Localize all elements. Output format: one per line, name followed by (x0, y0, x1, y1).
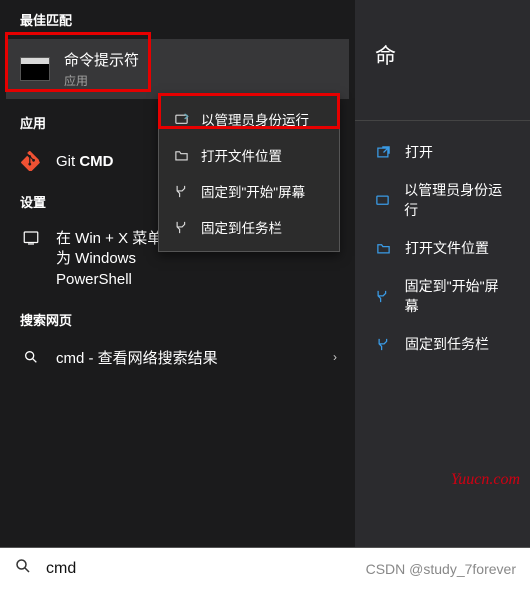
best-match-result[interactable]: 命令提示符 应用 (6, 39, 349, 99)
action-pin-start-label: 固定到"开始"屏幕 (405, 276, 510, 316)
divider (355, 120, 530, 121)
ctx-pin-taskbar[interactable]: 固定到任务栏 (159, 209, 339, 245)
ctx-run-admin[interactable]: 以管理员身份运行 (159, 101, 339, 137)
right-panel-title: 命 (355, 40, 396, 120)
section-search-web: 搜索网页 (0, 300, 355, 337)
ctx-run-admin-label: 以管理员身份运行 (201, 109, 309, 129)
search-icon (20, 349, 42, 365)
folder-icon (375, 240, 391, 256)
best-match-subtitle: 应用 (64, 72, 139, 89)
pin-taskbar-icon (375, 336, 391, 352)
swap-icon (20, 229, 42, 247)
cmd-icon (20, 57, 50, 81)
search-icon (14, 557, 32, 580)
action-pin-taskbar[interactable]: 固定到任务栏 (355, 325, 530, 363)
action-pin-taskbar-label: 固定到任务栏 (405, 334, 489, 354)
search-bar: CSDN @study_7forever (0, 547, 530, 589)
folder-icon (173, 147, 189, 163)
watermark-site: Yuucn.com (451, 471, 520, 489)
shield-icon (173, 111, 189, 127)
best-match-title: 命令提示符 (64, 49, 139, 70)
ctx-open-location-label: 打开文件位置 (201, 145, 282, 165)
section-best-match: 最佳匹配 (0, 0, 355, 37)
action-run-admin[interactable]: 以管理员身份运行 (355, 171, 530, 229)
ctx-pin-start[interactable]: 固定到"开始"屏幕 (159, 173, 339, 209)
action-open-location-label: 打开文件位置 (405, 238, 489, 258)
action-pin-start[interactable]: 固定到"开始"屏幕 (355, 267, 530, 325)
git-icon (20, 150, 42, 172)
pin-taskbar-icon (173, 219, 189, 235)
watermark-csdn: CSDN @study_7forever (366, 561, 516, 577)
search-web-cmd-label: cmd - 查看网络搜索结果 (56, 347, 218, 368)
open-icon (375, 144, 391, 160)
context-menu: 以管理员身份运行 打开文件位置 固定到"开始"屏幕 固定到任务栏 (158, 94, 340, 252)
action-open-label: 打开 (405, 142, 433, 162)
ctx-pin-start-label: 固定到"开始"屏幕 (201, 181, 305, 201)
action-open-location[interactable]: 打开文件位置 (355, 229, 530, 267)
ctx-pin-taskbar-label: 固定到任务栏 (201, 217, 282, 237)
chevron-right-icon: › (333, 350, 337, 364)
search-web-cmd[interactable]: cmd - 查看网络搜索结果 › (0, 337, 355, 378)
app-git-cmd-label: Git CMD (56, 153, 114, 170)
action-open[interactable]: 打开 (355, 133, 530, 171)
pin-start-icon (173, 183, 189, 199)
action-run-admin-label: 以管理员身份运行 (404, 180, 510, 220)
pin-start-icon (375, 288, 391, 304)
ctx-open-location[interactable]: 打开文件位置 (159, 137, 339, 173)
shield-icon (375, 192, 390, 208)
